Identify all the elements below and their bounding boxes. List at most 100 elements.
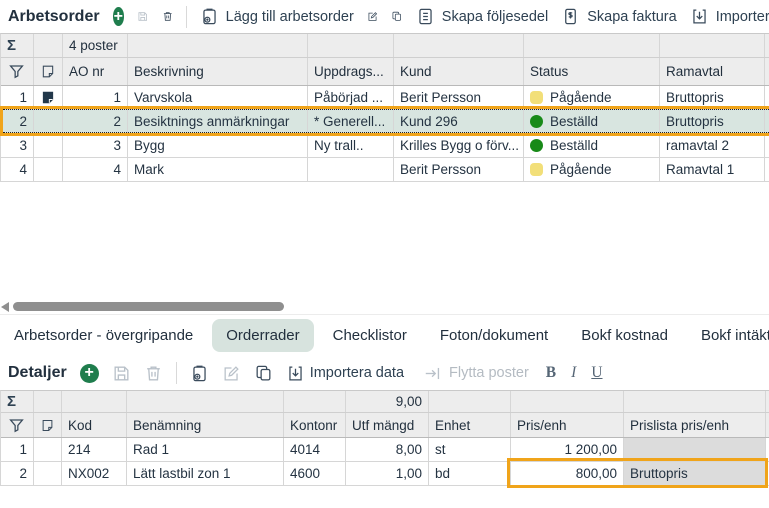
tab-bokf-kostnad[interactable]: Bokf kostnad [567, 319, 682, 352]
col-header-status[interactable]: Status [524, 58, 660, 85]
cell-ramavtal[interactable]: Bruttopris [660, 86, 765, 109]
tab-foton-dokument[interactable]: Foton/dokument [426, 319, 562, 352]
col-header-kund[interactable]: Kund [394, 58, 524, 85]
cell-ramavtal[interactable]: ramavtal 2 [660, 134, 765, 157]
cell-status[interactable]: Pågående [524, 158, 660, 181]
cell-kod[interactable]: NX002 [62, 462, 127, 485]
create-delivery-note-button[interactable]: Skapa följesedel [416, 7, 548, 26]
workorder-row[interactable]: 3 3 Bygg Ny trall.. Krilles Bygg o förv.… [1, 134, 769, 158]
add-icon[interactable]: + [113, 7, 124, 26]
col-header-ao-nr[interactable]: AO nr [63, 58, 128, 85]
col-header-uppdrag[interactable]: Uppdrags... [308, 58, 394, 85]
cell-status[interactable]: Beställd [524, 110, 660, 133]
import-data-button[interactable]: Importera data [690, 7, 769, 26]
cell-status[interactable]: Pågående [524, 86, 660, 109]
bold-button[interactable]: B [546, 364, 556, 382]
cell-kontonr[interactable]: 4014 [284, 438, 346, 461]
col-header-pris-enh[interactable]: Pris/enh [511, 413, 624, 437]
save-icon[interactable] [112, 364, 131, 383]
cell-beskrivning[interactable]: Bygg [128, 134, 308, 157]
cell-beskrivning[interactable]: Besiktnings anmärkningar [128, 110, 308, 133]
copy-icon[interactable] [391, 7, 402, 26]
col-header-enhet[interactable]: Enhet [429, 413, 511, 437]
cell-beskrivning[interactable]: Varvskola [128, 86, 308, 109]
invoice-icon [561, 7, 580, 26]
cell-kund[interactable]: Kund 296 [394, 110, 524, 133]
cell-enhet[interactable]: bd [429, 462, 511, 485]
cell-uppdrag[interactable]: Ny trall.. [308, 134, 394, 157]
filter-button[interactable] [1, 58, 34, 85]
cell-ao-nr[interactable]: 1 [63, 86, 128, 109]
create-invoice-button[interactable]: Skapa faktura [561, 7, 676, 26]
cell-benamning[interactable]: Rad 1 [127, 438, 284, 461]
cell-pris-enh[interactable]: 800,00 [511, 462, 624, 485]
cell-ramavtal[interactable]: Bruttopris [660, 110, 765, 133]
edit-icon[interactable] [222, 364, 241, 383]
col-header-ramavtal[interactable]: Ramavtal [660, 58, 765, 85]
cell-uppdrag[interactable]: Påbörjad ... [308, 86, 394, 109]
col-header-prislista[interactable]: Prislista pris/enh [624, 413, 766, 437]
workorders-summary-row: Σ 4 poster [1, 34, 769, 58]
col-header-utf-mangd[interactable]: Utf mängd [346, 413, 429, 437]
cell-utf-mangd[interactable]: 8,00 [346, 438, 429, 461]
filter-button[interactable] [1, 413, 34, 437]
row-number[interactable]: 1 [1, 438, 34, 461]
row-number[interactable]: 3 [1, 134, 34, 157]
scroll-left-arrow[interactable] [1, 302, 9, 312]
note-column-header[interactable] [34, 413, 62, 437]
cell-benamning[interactable]: Lätt lastbil zon 1 [127, 462, 284, 485]
move-rows-button[interactable]: Flytta poster [423, 364, 529, 383]
note-icon [40, 416, 55, 435]
cell-kontonr[interactable]: 4600 [284, 462, 346, 485]
col-header-benamning[interactable]: Benämning [127, 413, 284, 437]
workorder-row-selected[interactable]: 2 2 Besiktnings anmärkningar * Generell.… [1, 110, 769, 134]
clipboard-plus-icon[interactable] [190, 364, 209, 383]
col-header-kontonr[interactable]: Kontonr [284, 413, 346, 437]
cell-ao-nr[interactable]: 3 [63, 134, 128, 157]
col-header-kod[interactable]: Kod [62, 413, 127, 437]
cell-kund[interactable]: Berit Persson [394, 86, 524, 109]
tab-orderrader[interactable]: Orderrader [212, 319, 313, 352]
status-label: Pågående [550, 90, 612, 105]
workorder-row[interactable]: 4 4 Mark Berit Persson Pågående Ramavtal… [1, 158, 769, 182]
row-number[interactable]: 2 [1, 110, 34, 133]
cell-kund[interactable]: Krilles Bygg o förv... [394, 134, 524, 157]
status-dot [530, 91, 543, 104]
row-note-cell[interactable] [34, 86, 63, 109]
cell-uppdrag[interactable]: * Generell... [308, 110, 394, 133]
note-column-header[interactable] [34, 58, 63, 85]
horizontal-scrollbar-thumb[interactable] [13, 302, 284, 311]
underline-button[interactable]: U [591, 364, 602, 382]
edit-icon[interactable] [367, 7, 378, 26]
cell-beskrivning[interactable]: Mark [128, 158, 308, 181]
delete-icon[interactable] [162, 7, 173, 26]
import-data-button[interactable]: Importera data [286, 364, 404, 383]
tab-checklistor[interactable]: Checklistor [319, 319, 421, 352]
cell-ramavtal[interactable]: Ramavtal 1 [660, 158, 765, 181]
cell-kund[interactable]: Berit Persson [394, 158, 524, 181]
delete-icon[interactable] [144, 364, 163, 383]
row-number[interactable]: 4 [1, 158, 34, 181]
italic-button[interactable]: I [571, 364, 576, 382]
cell-pris-enh[interactable]: 1 200,00 [511, 438, 624, 461]
workorder-row[interactable]: 1 1 Varvskola Påbörjad ... Berit Persson… [1, 86, 769, 110]
cell-status[interactable]: Beställd [524, 134, 660, 157]
cell-ao-nr[interactable]: 2 [63, 110, 128, 133]
row-number[interactable]: 2 [1, 462, 34, 485]
cell-kod[interactable]: 214 [62, 438, 127, 461]
add-workorder-button[interactable]: Lägg till arbetsorder [200, 7, 354, 26]
tab-bokf-intakt[interactable]: Bokf intäkt [687, 319, 769, 352]
orderrow[interactable]: 2 NX002 Lätt lastbil zon 1 4600 1,00 bd … [1, 462, 769, 486]
add-icon[interactable]: + [80, 364, 99, 383]
workorders-header-row: AO nr Beskrivning Uppdrags... Kund Statu… [1, 58, 769, 86]
save-icon[interactable] [137, 7, 148, 26]
cell-utf-mangd[interactable]: 1,00 [346, 462, 429, 485]
col-header-beskrivning[interactable]: Beskrivning [128, 58, 308, 85]
tab-arbetsorder-overgripande[interactable]: Arbetsorder - övergripande [0, 319, 207, 352]
orderrow[interactable]: 1 214 Rad 1 4014 8,00 st 1 200,00 [1, 438, 769, 462]
cell-enhet[interactable]: st [429, 438, 511, 461]
row-number[interactable]: 1 [1, 86, 34, 109]
cell-uppdrag[interactable] [308, 158, 394, 181]
copy-icon[interactable] [254, 364, 273, 383]
cell-ao-nr[interactable]: 4 [63, 158, 128, 181]
